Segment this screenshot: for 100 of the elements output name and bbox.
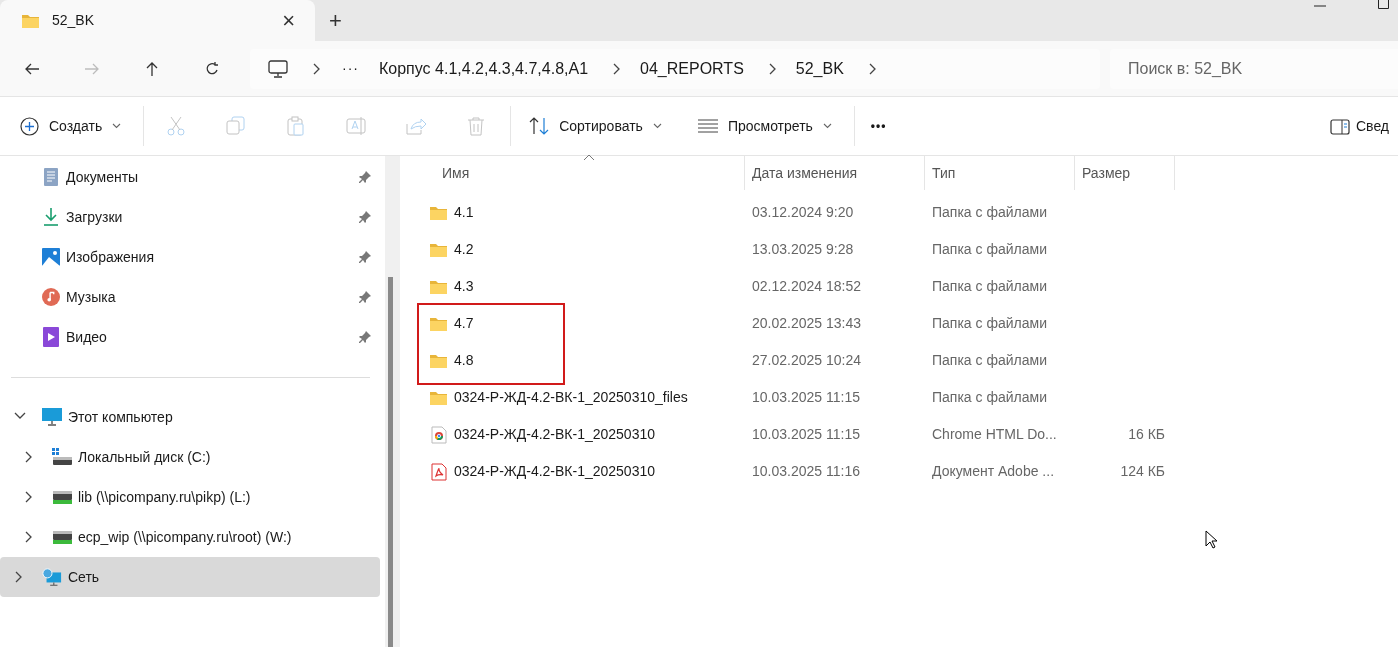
modified-date: 02.12.2024 18:52 <box>751 277 862 296</box>
file-row[interactable]: 4.2 13.03.2025 9:28 Папка с файлами <box>400 231 1398 268</box>
file-type: Документ Adobe ... <box>931 462 1056 481</box>
file-size: 16 КБ <box>1128 426 1165 442</box>
sidebar-item[interactable]: Музыка <box>0 277 385 317</box>
file-row[interactable]: 4.7 20.02.2025 13:43 Папка с файлами <box>400 305 1398 342</box>
modified-date: 10.03.2025 11:15 <box>751 425 861 444</box>
caret-down-icon <box>822 123 832 129</box>
modified-date: 13.03.2025 9:28 <box>751 240 855 259</box>
file-type: Папка с файлами <box>931 277 1048 296</box>
panel-icon <box>1330 118 1350 135</box>
breadcrumb-overflow[interactable]: ··· <box>342 58 359 79</box>
create-button[interactable]: Создать <box>20 108 122 144</box>
modified-date: 10.03.2025 11:15 <box>751 388 861 407</box>
network-icon <box>42 567 62 587</box>
folder-icon <box>21 12 40 29</box>
chevron-right-icon <box>867 62 876 75</box>
breadcrumb-item[interactable]: 52_BK <box>795 56 844 81</box>
sort-arrows-icon <box>529 117 550 135</box>
drive-icon <box>52 448 72 466</box>
download-icon <box>43 207 59 227</box>
monitor-icon <box>42 408 62 426</box>
column-header[interactable]: Дата изменения <box>745 156 925 190</box>
new-tab-button[interactable]: + <box>329 9 342 32</box>
picture-icon <box>42 248 60 266</box>
sidebar-item[interactable]: Видео <box>0 317 385 357</box>
view-button[interactable]: Просмотреть <box>697 115 832 137</box>
file-name: 4.8 <box>454 351 474 370</box>
maximize-icon <box>1378 0 1389 9</box>
music-note-icon <box>42 287 60 307</box>
monitor-icon <box>268 59 288 78</box>
close-tab-button[interactable]: × <box>282 9 295 32</box>
details-button[interactable]: Свед <box>1330 116 1390 137</box>
refresh-icon <box>204 60 220 77</box>
list-lines-icon <box>697 119 718 133</box>
file-name: 0324-Р-ЖД-4.2-ВК-1_20250310 <box>454 425 656 444</box>
file-row[interactable]: 4.3 02.12.2024 18:52 Папка с файлами <box>400 268 1398 305</box>
more-options-button[interactable]: ••• <box>870 117 887 135</box>
window-tab[interactable]: 52_BK × <box>0 0 315 41</box>
modified-date: 27.02.2025 10:24 <box>751 351 862 370</box>
tree-item[interactable]: Этот компьютер <box>0 397 380 437</box>
folder-icon <box>429 204 448 221</box>
tree-item[interactable]: Локальный диск (C:) <box>0 437 380 477</box>
pdf-file-icon <box>430 462 447 481</box>
tab-title: 52_BK <box>52 11 96 30</box>
file-name: 4.1 <box>454 203 474 222</box>
file-type: Папка с файлами <box>931 203 1048 222</box>
sort-button[interactable]: Сортировать <box>529 115 662 137</box>
file-name: 4.2 <box>454 240 474 259</box>
file-row[interactable]: 4.8 27.02.2025 10:24 Папка с файлами <box>400 342 1398 379</box>
clipboard-icon <box>286 116 307 136</box>
sidebar-item[interactable]: Изображения <box>0 237 385 277</box>
file-row[interactable]: 4.1 03.12.2024 9:20 Папка с файлами <box>400 194 1398 231</box>
scissors-icon <box>166 116 187 136</box>
file-row[interactable]: 0324-Р-ЖД-4.2-ВК-1_20250310 10.03.2025 11:15 Chrome HTML Do... 16 КБ <box>400 416 1398 453</box>
scrollbar-thumb[interactable] <box>388 277 393 647</box>
column-header[interactable]: Тип <box>925 156 1075 190</box>
sort-caret-icon <box>584 155 594 160</box>
chevron-right-icon <box>767 62 776 75</box>
file-type: Папка с файлами <box>931 240 1048 259</box>
folder-icon <box>429 389 448 406</box>
breadcrumb-item[interactable]: Корпус 4.1,4.2,4.3,4.7,4.8,A1 <box>379 56 589 81</box>
chrome-file-icon <box>430 425 447 444</box>
file-name: 0324-Р-ЖД-4.2-ВК-1_20250310_files <box>454 388 688 407</box>
file-size: 124 КБ <box>1120 463 1165 479</box>
file-name: 4.7 <box>454 314 474 333</box>
tree-item[interactable]: ecp_wip (\\picompany.ru\root) (W:) <box>0 517 380 557</box>
file-type: Chrome HTML Do... <box>931 425 1058 444</box>
column-header[interactable]: Имя <box>400 156 745 190</box>
modified-date: 20.02.2025 13:43 <box>751 314 862 333</box>
network-drive-icon <box>52 489 72 505</box>
modified-date: 10.03.2025 11:16 <box>751 462 861 481</box>
folder-icon <box>429 241 448 258</box>
file-type: Папка с файлами <box>931 351 1048 370</box>
up-arrow-icon <box>144 60 160 77</box>
video-icon <box>43 327 59 347</box>
copy-icon <box>226 116 247 136</box>
folder-icon <box>429 352 448 369</box>
tree-item[interactable]: lib (\\picompany.ru\pikp) (L:) <box>0 477 380 517</box>
mouse-pointer-icon <box>1205 530 1217 549</box>
network-drive-icon <box>52 529 72 545</box>
folder-icon <box>429 278 448 295</box>
tree-item[interactable]: Сеть <box>0 557 380 597</box>
caret-down-icon <box>112 123 122 129</box>
chevron-right-icon <box>612 62 621 75</box>
file-row[interactable]: 0324-Р-ЖД-4.2-ВК-1_20250310_files 10.03.2025 11:15 Папка с файлами <box>400 379 1398 416</box>
file-name: 4.3 <box>454 277 474 296</box>
file-type: Папка с файлами <box>931 314 1048 333</box>
file-type: Папка с файлами <box>931 388 1048 407</box>
share-icon <box>406 116 427 136</box>
chevron-right-icon <box>312 62 320 75</box>
file-name: 0324-Р-ЖД-4.2-ВК-1_20250310 <box>454 462 656 481</box>
breadcrumb-item[interactable]: 04_REPORTS <box>640 56 744 81</box>
file-row[interactable]: 0324-Р-ЖД-4.2-ВК-1_20250310 10.03.2025 11:16 Документ Adobe ... 124 КБ <box>400 453 1398 490</box>
sidebar-item[interactable]: Загрузки <box>0 197 385 237</box>
folder-icon <box>429 315 448 332</box>
sidebar-item[interactable]: Документы <box>0 157 385 197</box>
scrollbar[interactable] <box>385 156 400 647</box>
modified-date: 03.12.2024 9:20 <box>751 203 855 222</box>
column-header[interactable]: Размер <box>1075 156 1175 190</box>
